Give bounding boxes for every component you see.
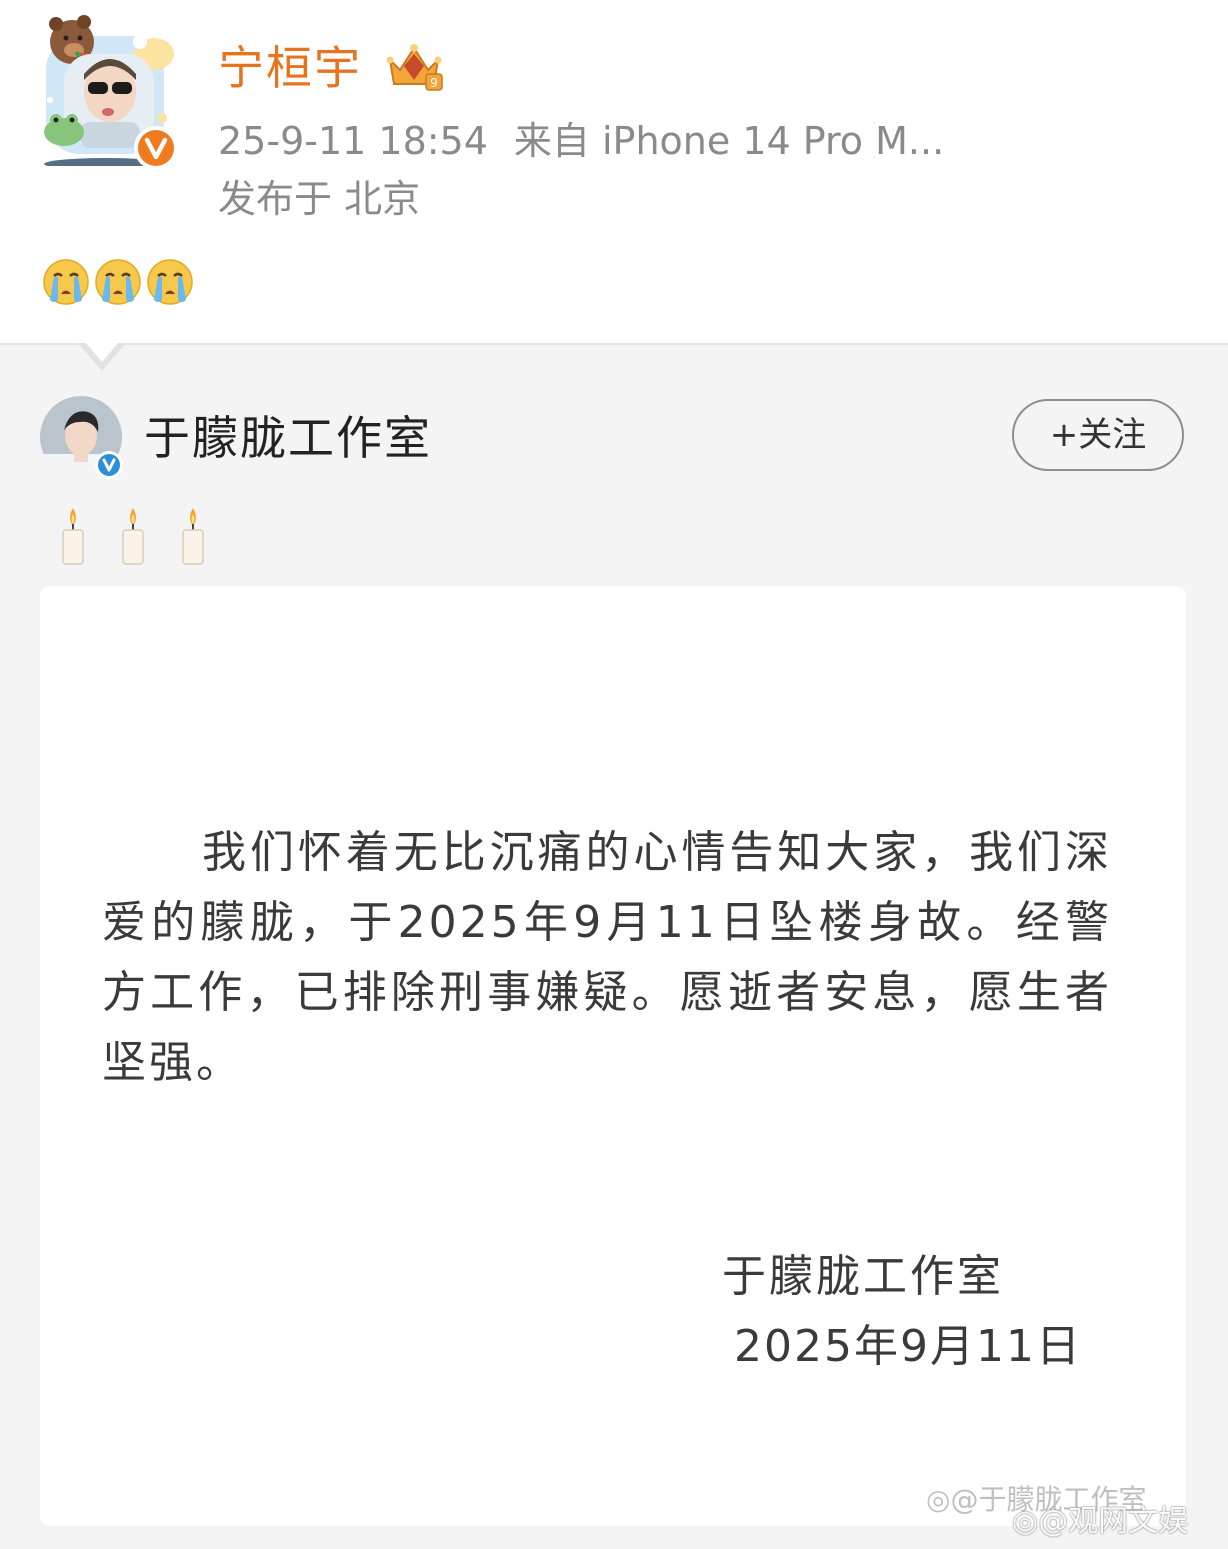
follow-button[interactable]: +关注	[1012, 399, 1184, 471]
verified-orange-icon	[134, 126, 178, 170]
candle-emoji	[182, 508, 204, 565]
verified-blue-icon	[95, 451, 123, 479]
crown-badge-icon[interactable]: 9	[384, 40, 444, 92]
repost-pointer	[80, 336, 124, 362]
author-name[interactable]: 宁桓宇	[218, 38, 362, 98]
post-source: 来自 iPhone 14 Pro M...	[513, 119, 945, 163]
candle-emoji	[122, 508, 144, 565]
watermark-source: ◎@观网文娱	[1012, 1504, 1189, 1539]
crying-face-emoji	[95, 259, 141, 305]
post-card: 宁桓宇 9 25-9-11 18:54 来自 iPhone 14 Pro M...…	[0, 0, 1228, 343]
statement-body: 我们怀着无比沉痛的心情告知大家，我们深爱的朦胧，于2025年9月11日坠楼身故。…	[102, 827, 1112, 1088]
crying-face-emoji	[43, 259, 89, 305]
statement-date: 2025年9月11日	[734, 1321, 1082, 1372]
repost-author-name[interactable]: 于朦胧工作室	[144, 408, 432, 468]
svg-text:9: 9	[430, 76, 438, 90]
post-meta: 25-9-11 18:54 来自 iPhone 14 Pro M...	[218, 116, 944, 166]
post-location: 发布于 北京	[218, 177, 421, 221]
weibo-logo-icon: ◎	[926, 1483, 951, 1516]
repost-content	[56, 506, 210, 566]
statement-image[interactable]: 我们怀着无比沉痛的心情告知大家，我们深爱的朦胧，于2025年9月11日坠楼身故。…	[40, 586, 1186, 1526]
weibo-logo-icon: ◎	[1012, 1504, 1039, 1539]
post-content	[42, 256, 194, 308]
post-timestamp: 25-9-11 18:54	[218, 119, 488, 163]
candle-emoji	[62, 508, 84, 565]
crying-face-emoji	[147, 259, 193, 305]
statement-signature: 于朦胧工作室	[722, 1251, 1004, 1302]
